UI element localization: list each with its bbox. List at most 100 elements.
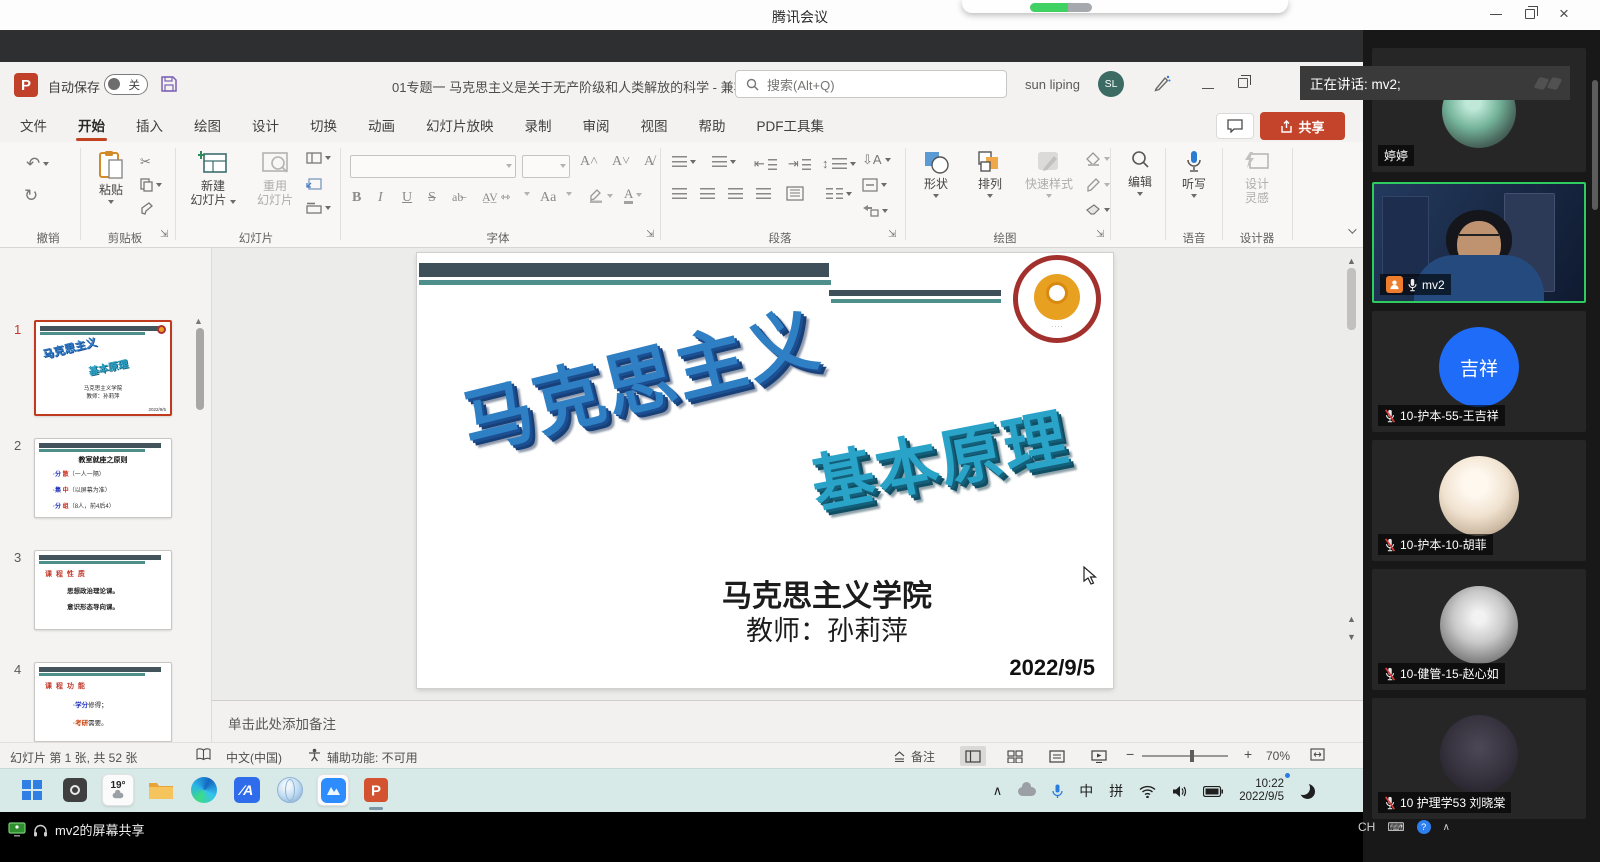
slide-thumbnail-1[interactable]: 马克思主义 基本原理 马克思主义学院 教师：孙莉萍 2022/9/5 xyxy=(34,320,172,416)
previous-slide-button[interactable]: ▲ xyxy=(1347,614,1356,624)
text-direction-button[interactable]: ⇩A xyxy=(862,152,891,168)
reuse-slides-button[interactable]: 重用幻灯片 xyxy=(248,150,302,207)
tab-file[interactable]: 文件 xyxy=(18,109,49,141)
design-ideas-button[interactable]: 设计灵感 xyxy=(1230,150,1284,205)
dictate-button[interactable]: 听写 xyxy=(1172,150,1216,198)
tab-draw[interactable]: 绘图 xyxy=(192,109,223,141)
accessibility-status[interactable]: 辅助功能: 不可用 xyxy=(327,749,418,766)
ime-collapse-icon[interactable]: ∧ xyxy=(1443,822,1450,833)
wifi-icon[interactable] xyxy=(1139,785,1156,798)
ime-floating-bar[interactable]: CH ⌨ ? ∧ xyxy=(1358,820,1450,834)
clear-formatting-button[interactable]: A̸ xyxy=(644,154,654,170)
autosave-toggle[interactable]: 关 xyxy=(104,74,148,95)
search-taskbar-icon[interactable] xyxy=(59,774,91,806)
slide-canvas[interactable]: · · · · 马克思主义 基本原理 马克思主义学院 教师：孙莉萍 2022/9… xyxy=(417,253,1113,688)
zoom-slider-thumb[interactable] xyxy=(1190,750,1194,762)
slide-sorter-view-button[interactable] xyxy=(1002,746,1028,766)
notes-toggle-button[interactable]: 备注 xyxy=(893,748,935,765)
minimize-button[interactable] xyxy=(1480,0,1512,28)
convert-smartart-button[interactable] xyxy=(862,204,888,217)
start-button[interactable] xyxy=(16,774,48,806)
tab-transitions[interactable]: 切换 xyxy=(308,109,339,141)
shapes-button[interactable]: 形状 xyxy=(912,150,960,198)
normal-view-button[interactable] xyxy=(960,746,986,766)
participant-tile-liuxiaotang[interactable]: 10 护理学53 刘晓棠 xyxy=(1372,698,1586,819)
tab-view[interactable]: 视图 xyxy=(639,109,670,141)
fit-slide-button[interactable] xyxy=(1310,748,1325,764)
slideshow-view-button[interactable] xyxy=(1086,746,1112,766)
coming-soon-icon[interactable] xyxy=(1152,74,1171,98)
tab-home[interactable]: 开始 xyxy=(76,109,107,141)
onedrive-cloud-icon[interactable] xyxy=(1018,787,1036,796)
shape-outline-button[interactable] xyxy=(1086,178,1110,192)
tab-pdf-tools[interactable]: PDF工具集 xyxy=(755,109,827,141)
slide-thumbnail-2[interactable]: 教室就座之原则 ·分 散（一人一隔） ·集 中（以屏幕为准） ·分 组（8人，前… xyxy=(34,438,172,518)
night-mode-moon-icon[interactable] xyxy=(1300,784,1315,799)
reset-slide-icon[interactable] xyxy=(306,178,322,190)
medibang-app-icon[interactable]: ∕A xyxy=(231,774,263,806)
file-explorer-icon[interactable] xyxy=(145,774,177,806)
section-icon[interactable] xyxy=(306,202,331,214)
notes-pane[interactable]: 单击此处添加备注 xyxy=(212,700,1363,742)
tray-mic-icon[interactable] xyxy=(1052,784,1063,799)
browser-globe-icon[interactable] xyxy=(274,774,306,806)
keyboard-icon[interactable]: ⌨ xyxy=(1387,820,1404,834)
drawing-dialog-launcher[interactable]: ⇲ xyxy=(1096,229,1104,240)
language-indicator[interactable]: 中文(中国) xyxy=(226,749,282,766)
strikethrough-button[interactable]: S xyxy=(428,190,436,206)
tab-review[interactable]: 审阅 xyxy=(581,109,612,141)
tab-record[interactable]: 录制 xyxy=(523,109,554,141)
grow-font-button[interactable]: A˄ xyxy=(580,154,598,170)
account-avatar[interactable]: SL xyxy=(1098,71,1124,97)
slide-layout-icon[interactable] xyxy=(306,152,331,164)
redo-button[interactable]: ↻ xyxy=(24,186,38,206)
ime-lang-indicator[interactable]: CH xyxy=(1358,820,1375,834)
underline-button[interactable]: U xyxy=(402,190,412,206)
tray-clock[interactable]: 10:22 2022/9/5 xyxy=(1239,778,1284,804)
ppt-minimize-button[interactable] xyxy=(1202,76,1214,94)
align-left-button[interactable] xyxy=(672,188,687,199)
participant-tile-zhaoxinru[interactable]: 10-健管-15-赵心如 xyxy=(1372,569,1586,690)
font-name-select[interactable] xyxy=(350,155,516,178)
zoom-level[interactable]: 70% xyxy=(1266,749,1290,763)
font-dialog-launcher[interactable]: ⇲ xyxy=(646,229,654,240)
paste-button[interactable]: 粘贴 xyxy=(88,150,134,204)
paragraph-dialog-launcher[interactable]: ⇲ xyxy=(888,229,896,240)
accessibility-icon[interactable] xyxy=(308,748,321,765)
participant-tile-hufei[interactable]: 10-护本-10-胡菲 xyxy=(1372,440,1586,561)
account-name[interactable]: sun liping xyxy=(1025,77,1080,92)
align-center-button[interactable] xyxy=(700,188,715,199)
highlight-color-button[interactable] xyxy=(588,188,613,203)
shape-fill-button[interactable] xyxy=(1086,152,1110,166)
thumb-scrollbar[interactable] xyxy=(196,328,204,410)
tray-expand-icon[interactable]: ∧ xyxy=(993,783,1003,799)
change-case-button[interactable]: Aa xyxy=(540,190,556,206)
align-text-button[interactable] xyxy=(862,178,887,192)
powerpoint-taskbar-icon[interactable]: P xyxy=(360,774,392,806)
justify-button[interactable] xyxy=(756,188,771,199)
zoom-out-button[interactable]: − xyxy=(1126,746,1134,762)
slide-counter[interactable]: 幻灯片 第 1 张, 共 52 张 xyxy=(10,749,137,766)
save-icon[interactable] xyxy=(160,75,178,98)
slide-thumbnail-3[interactable]: 课 程 性 质 思想政治理论课。 意识形态导向课。 xyxy=(34,550,172,630)
search-input[interactable]: 搜索(Alt+Q) xyxy=(735,70,1007,98)
increase-indent-button[interactable]: ⇥ xyxy=(788,156,811,172)
quick-styles-button[interactable]: 快速样式 xyxy=(1018,150,1080,198)
thumb-scroll-up-icon[interactable]: ▲ xyxy=(194,316,203,326)
battery-icon[interactable] xyxy=(1203,786,1223,797)
tab-animations[interactable]: 动画 xyxy=(366,109,397,141)
participant-tile-wangjixiang[interactable]: 吉祥 10-护本-55-王吉祥 xyxy=(1372,311,1586,432)
next-slide-button[interactable]: ▼ xyxy=(1347,632,1356,642)
canvas-scrollbar[interactable] xyxy=(1347,268,1356,330)
columns-button[interactable] xyxy=(786,186,804,201)
collapse-ribbon-icon[interactable] xyxy=(1348,225,1356,233)
text-shadow-button[interactable]: ab̶ xyxy=(452,190,463,205)
bold-button[interactable]: B xyxy=(352,190,361,206)
italic-button[interactable]: I xyxy=(378,190,383,206)
share-button[interactable]: 共享 xyxy=(1260,112,1345,140)
ppt-restore-button[interactable] xyxy=(1238,75,1248,93)
tab-help[interactable]: 帮助 xyxy=(697,109,728,141)
arrange-button[interactable]: 排列 xyxy=(966,150,1014,198)
tab-design[interactable]: 设计 xyxy=(250,109,281,141)
comments-button[interactable] xyxy=(1216,113,1254,139)
